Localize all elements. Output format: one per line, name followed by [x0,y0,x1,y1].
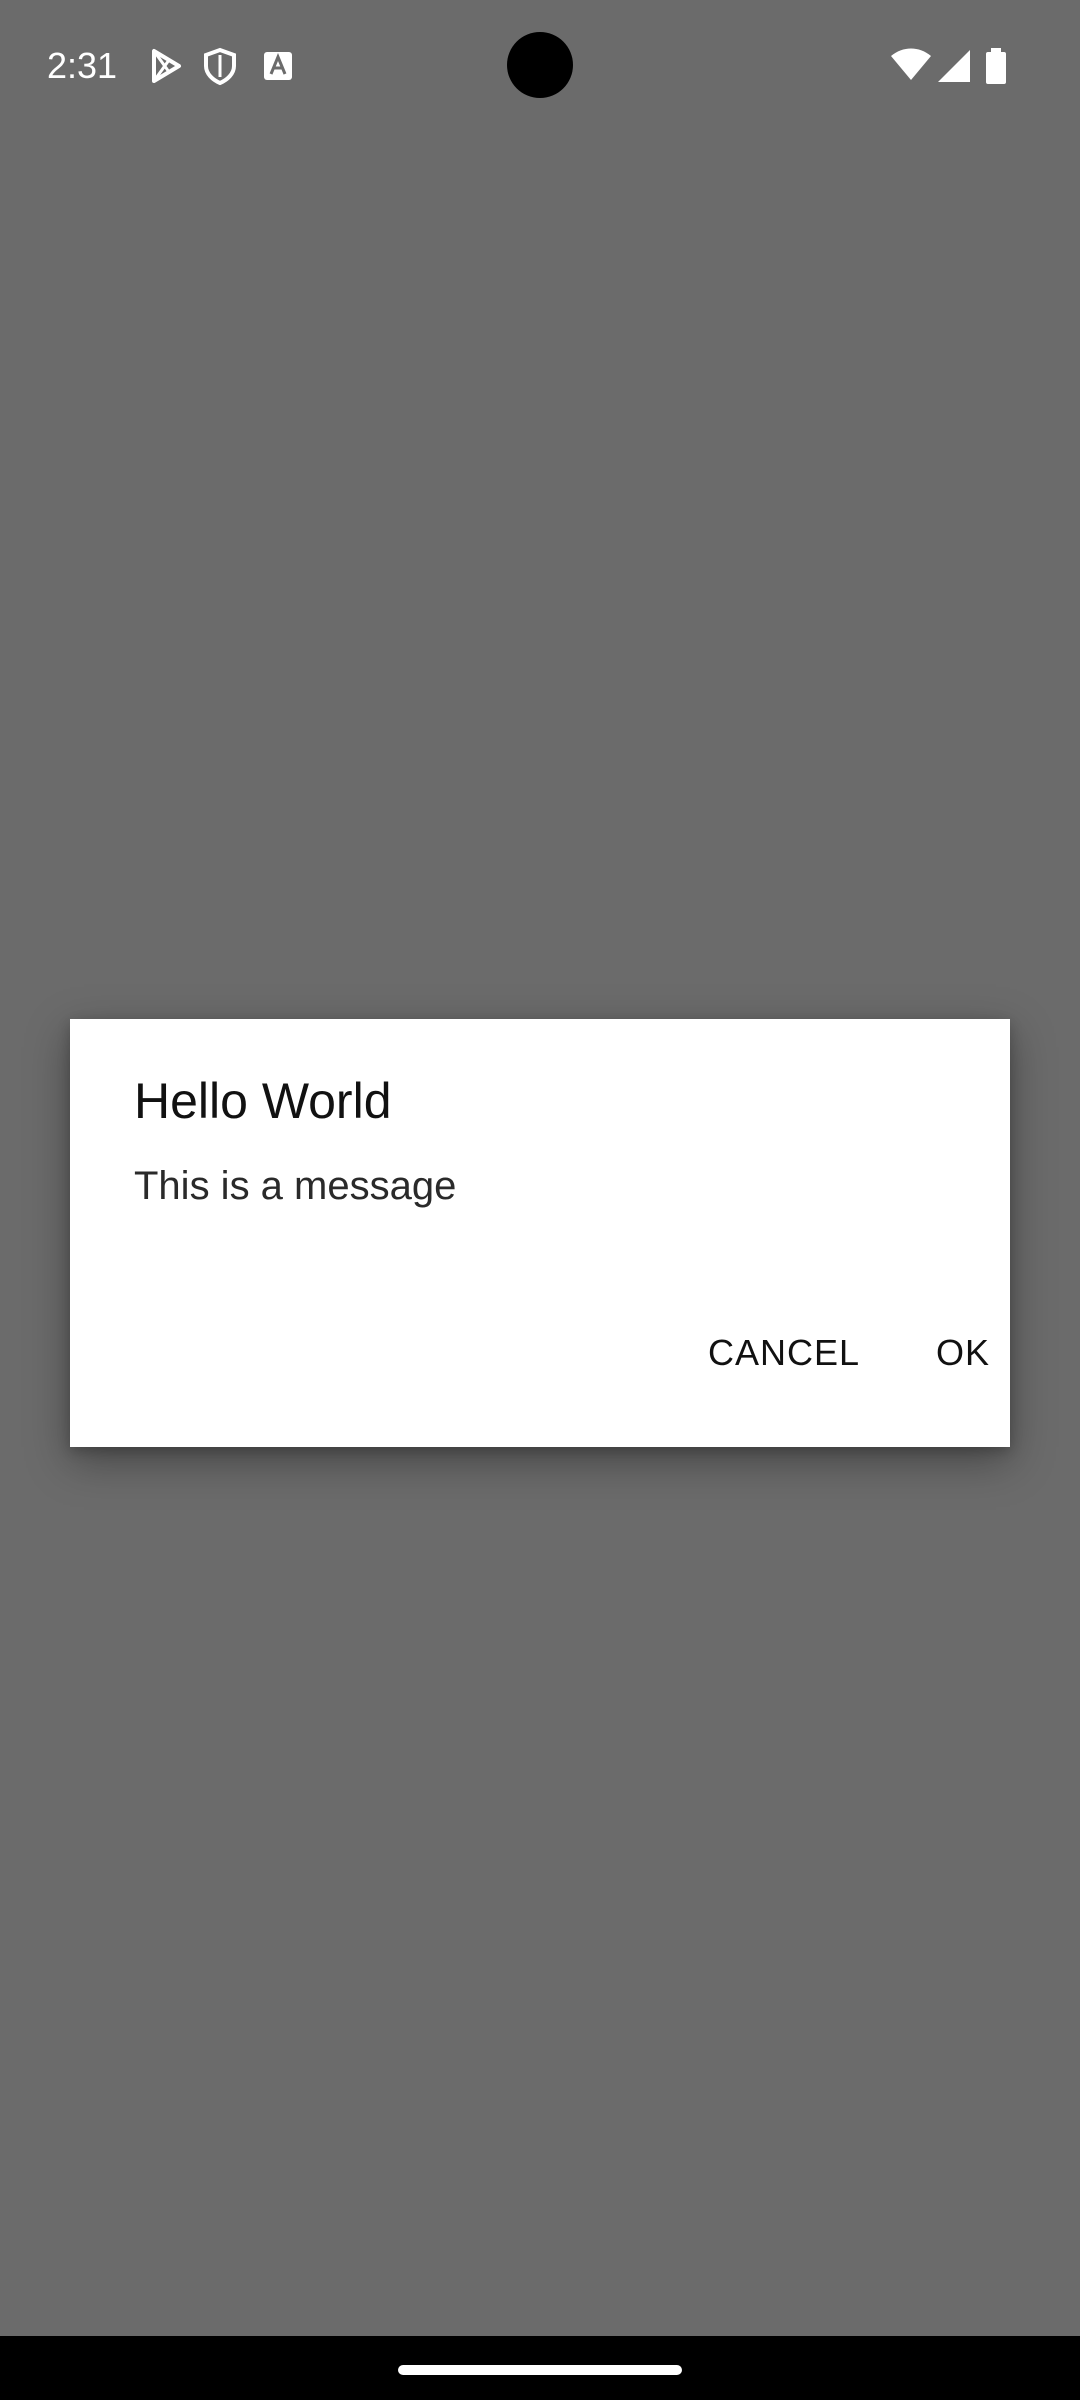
dialog-message: This is a message [134,1164,457,1208]
camera-cutout [507,32,573,98]
ok-button[interactable]: OK [916,1321,1010,1385]
status-bar: 2:31 [0,0,1080,130]
dialog-title: Hello World [134,1073,392,1129]
cancel-button[interactable]: CANCEL [688,1321,880,1385]
navigation-bar [0,2336,1080,2400]
shield-icon [200,46,240,86]
play-store-icon [145,46,185,86]
battery-icon [983,46,1009,86]
alert-dialog: Hello World This is a message CANCEL OK [70,1019,1010,1447]
screen: 2:31 Hello World This is a message CANCE… [0,0,1080,2400]
status-time: 2:31 [47,45,118,86]
wifi-icon [889,46,933,86]
text-a-icon [258,46,298,86]
home-gesture-handle[interactable] [398,2365,682,2375]
signal-icon [934,46,974,86]
